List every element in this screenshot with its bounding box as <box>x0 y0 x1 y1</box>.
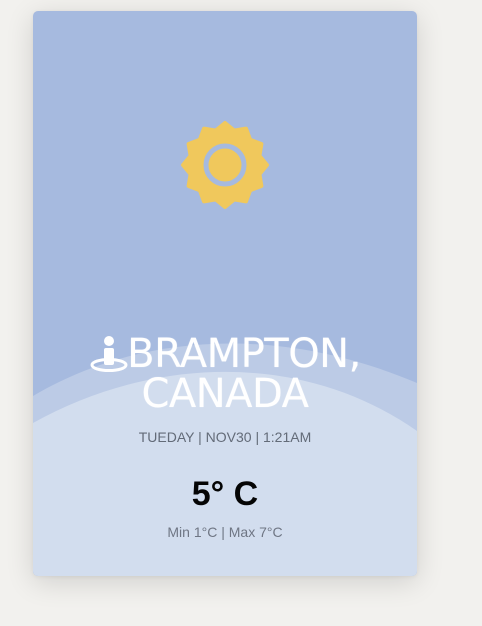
sun-ring <box>203 143 247 187</box>
location-title: BRAMPTON, CANADA <box>33 334 417 414</box>
location-line-1: BRAMPTON, <box>33 334 417 374</box>
temperature-value: 5° C <box>191 475 259 513</box>
location-person-icon <box>90 336 128 372</box>
country-name: CANADA <box>141 371 309 417</box>
sun-icon <box>181 121 269 209</box>
date-time-text: TUEDAY | NOV30 | 1:21AM <box>138 429 312 445</box>
weather-card: BRAMPTON, CANADA TUEDAY | NOV30 | 1:21AM… <box>33 11 417 576</box>
min-max-temperature: Min 1°C | Max 7°C <box>167 524 283 540</box>
